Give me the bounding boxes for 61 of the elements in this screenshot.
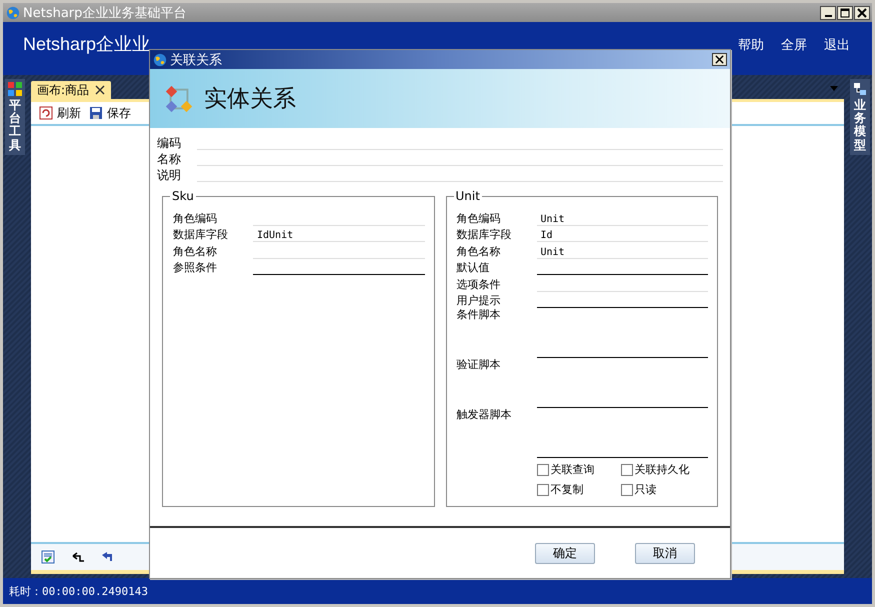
field-label: 角色编码 [173,212,218,226]
checkbox[interactable]: 不复制 [536,482,620,497]
field-label: 参照条件 [173,261,218,275]
close-icon [715,55,724,64]
close-icon[interactable] [95,85,106,95]
window-title: Netsharp企业业务基础平台 [23,4,186,22]
dock-label: 平台工具 [9,99,21,152]
close-icon [857,8,867,18]
status-text: 耗时：00:00:00.2490143 [9,584,148,598]
cancel-button[interactable]: 取消 [635,542,695,564]
model-icon [853,82,867,96]
minimize-button[interactable] [820,6,836,20]
dialog-heading: 实体关系 [204,85,296,114]
close-button[interactable] [854,6,870,20]
checkbox[interactable]: 关联持久化 [620,462,708,477]
field-label: 默认值 [456,261,490,275]
field-label: 角色名称 [456,244,502,258]
maximize-icon [840,8,850,18]
input-field[interactable]: Id [536,226,708,242]
dock-tab[interactable]: 平台工具 [5,79,25,155]
refresh-button[interactable]: 刷新 [39,104,81,122]
minimize-icon [824,14,832,16]
field-label: 选项条件 [456,278,502,292]
field-label: 编码 [157,136,182,150]
input-field[interactable]: Unit [536,242,708,258]
dock-label: 业务模型 [854,99,866,152]
field-label: 角色名称 [173,244,218,258]
dialog-title: 关联关系 [170,52,222,68]
close-button[interactable] [712,53,727,66]
ok-button[interactable]: 确定 [535,542,595,564]
group-title: Sku [171,189,195,203]
app-title: Netsharp企业业 [23,32,150,56]
field-label: 触发器脚本 [456,408,512,422]
field-label: 验证脚本 [456,358,502,372]
arrow-icon[interactable] [101,550,115,564]
relation-icon [164,84,194,114]
save-button[interactable]: 保存 [89,104,131,122]
field-label: 说明 [157,168,182,182]
maximize-button[interactable] [837,6,853,20]
refresh-icon [39,106,53,120]
input-field[interactable]: Unit [536,210,708,226]
checklist-icon[interactable] [41,550,55,564]
menu-item[interactable]: 帮助 [738,36,764,54]
group-title: Unit [454,189,481,203]
field-label: 数据库字段 [456,228,512,242]
globe-icon [153,52,167,66]
field-label: 数据库字段 [173,228,229,242]
menu-item[interactable]: 全屏 [781,36,807,54]
field-label: 条件脚本 [456,308,502,322]
document-tab[interactable]: 画布:商品 [31,81,112,99]
dock-tab[interactable]: 业务模型 [850,79,870,155]
input-field[interactable]: IdUnit [253,226,424,242]
menu-item[interactable]: 退出 [824,36,850,54]
globe-icon [6,6,20,20]
checkbox[interactable]: 只读 [620,482,708,497]
checkbox[interactable]: 关联查询 [536,462,620,477]
back-arrow-icon[interactable] [71,550,85,564]
tiles-icon [8,82,22,96]
field-label: 名称 [157,152,182,166]
field-label: 用户提示 [456,294,502,308]
field-label: 角色编码 [456,212,502,226]
